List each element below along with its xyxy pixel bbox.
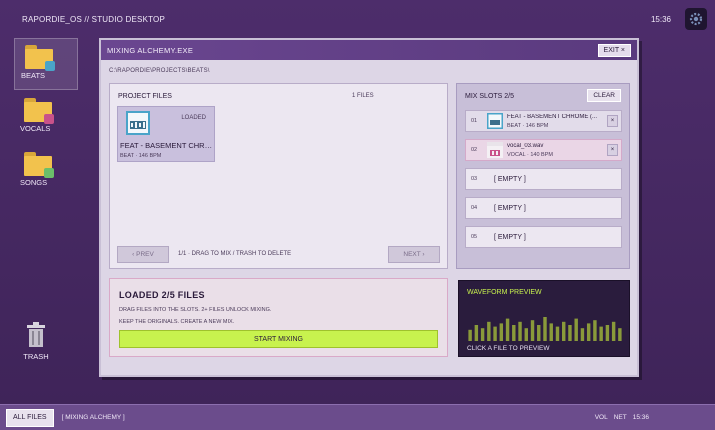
mix-slots-panel: MIX SLOTS 2/5 CLEAR 01 FEAT - BASEMENT C… <box>456 83 630 269</box>
waveform-preview-panel: WAVEFORM PREVIEW CLICK A FILE TO PREVIEW <box>458 280 630 357</box>
pagination-hint: 1/1 · DRAG TO MIX / TRASH TO DELETE <box>178 251 292 257</box>
settings-button[interactable] <box>685 8 707 30</box>
tray-clock: 15:36 <box>632 414 649 421</box>
exit-button[interactable]: EXIT × <box>597 43 631 57</box>
slot-number: 05 <box>471 234 478 240</box>
status-title: LOADED 2/5 FILES <box>119 290 205 300</box>
system-tray: VOL NET 15:36 <box>595 414 649 421</box>
waveform-graphic <box>468 317 622 341</box>
project-files-panel: PROJECT FILES 1 FILES LOADED FEAT - BASE… <box>109 83 448 269</box>
waveform-bar <box>512 325 516 341</box>
waveform-bar <box>574 318 578 341</box>
gear-icon <box>689 12 703 26</box>
slot-number: 04 <box>471 205 478 211</box>
waveform-bar <box>474 325 479 341</box>
mix-slots-header: MIX SLOTS 2/5 <box>465 93 515 100</box>
remove-slot-button[interactable]: × <box>607 144 618 156</box>
waveform-bar <box>518 321 522 341</box>
clear-button[interactable]: CLEAR <box>587 89 621 102</box>
all-files-button[interactable]: ALL FILES <box>6 408 54 427</box>
slot-empty-label: [ EMPTY ] <box>494 234 526 241</box>
mix-slot-02[interactable]: 02 vocal_03.wav VOCAL · 140 BPM × <box>465 139 622 161</box>
waveform-bar <box>580 328 585 341</box>
waveform-bar <box>480 328 485 341</box>
waveform-bar <box>586 323 591 341</box>
top-bar: RAPORDIE_OS // STUDIO DESKTOP 15:36 <box>0 0 715 38</box>
remove-slot-button[interactable]: × <box>607 115 618 127</box>
file-name: FEAT - BASEMENT CHROME (... <box>120 141 214 150</box>
window-title: MIXING ALCHEMY.EXE <box>107 45 194 55</box>
desktop-icon-vocals[interactable]: VOCALS <box>14 92 78 144</box>
waveform-hint: CLICK A FILE TO PREVIEW <box>467 345 550 352</box>
tray-volume[interactable]: VOL <box>595 414 608 421</box>
waveform-bar <box>599 326 603 341</box>
file-path: C:\RAPORDIE\PROJECTS\BEATS\ <box>109 68 210 74</box>
trash-label: TRASH <box>23 352 49 361</box>
mix-status-panel: LOADED 2/5 FILES DRAG FILES INTO THE SLO… <box>109 278 448 357</box>
waveform-bar <box>593 320 597 341</box>
project-files-header: PROJECT FILES <box>118 93 172 100</box>
waveform-bar <box>530 320 535 341</box>
waveform-bar <box>568 325 572 341</box>
taskbar: ALL FILES [ MIXING ALCHEMY ] VOL NET 15:… <box>0 404 715 430</box>
window-title-bar[interactable]: MIXING ALCHEMY.EXE EXIT × <box>101 40 637 60</box>
slot-file-meta: BEAT · 146 BPM <box>507 123 549 129</box>
beat-file-icon <box>126 111 150 135</box>
waveform-bar <box>555 326 560 341</box>
os-title: RAPORDIE_OS // STUDIO DESKTOP <box>22 14 166 24</box>
status-subtext: KEEP THE ORIGINALS. CREATE A NEW MIX. <box>119 319 235 325</box>
waveform-bar <box>605 325 610 341</box>
waveform-bar <box>493 326 497 341</box>
prev-button[interactable]: ‹ PREV <box>117 246 169 263</box>
start-mixing-button[interactable]: START MIXING <box>119 330 438 348</box>
desktop-icon-songs[interactable]: SONGS <box>14 146 78 198</box>
desktop-icon-label: VOCALS <box>20 124 51 133</box>
desktop-icon-label: BEATS <box>21 71 46 80</box>
taskbar-item-mixing-alchemy[interactable]: [ MIXING ALCHEMY ] <box>62 414 125 421</box>
beat-file-icon <box>487 113 503 129</box>
slot-empty-label: [ EMPTY ] <box>494 205 526 212</box>
waveform-title: WAVEFORM PREVIEW <box>467 289 542 296</box>
desktop-icon-beats[interactable]: BEATS <box>14 38 78 90</box>
waveform-bar <box>487 321 491 341</box>
next-button[interactable]: NEXT › <box>388 246 440 263</box>
waveform-bar <box>524 328 528 341</box>
slot-number: 03 <box>471 176 478 182</box>
slot-file-name: vocal_03.wav <box>507 143 544 149</box>
trash-icon <box>27 322 45 347</box>
waveform-bar <box>468 329 472 341</box>
desktop-icon-label: SONGS <box>20 178 48 187</box>
file-meta: BEAT · 146 BPM <box>120 153 162 159</box>
slot-empty-label: [ EMPTY ] <box>494 176 526 183</box>
waveform-bar <box>505 318 510 341</box>
slot-file-name: FEAT - BASEMENT CHROME (... <box>507 114 598 120</box>
tray-network[interactable]: NET <box>614 414 627 421</box>
folder-icon <box>24 150 54 178</box>
top-clock: 15:36 <box>650 14 671 24</box>
slot-number: 01 <box>471 118 478 124</box>
waveform-bar <box>618 328 622 341</box>
desktop: RAPORDIE_OS // STUDIO DESKTOP 15:36 BEAT… <box>0 0 715 404</box>
waveform-bar <box>562 321 566 341</box>
slot-file-meta: VOCAL · 140 BPM <box>507 152 553 158</box>
slot-number: 02 <box>471 147 478 153</box>
status-instruction: DRAG FILES INTO THE SLOTS. 2+ FILES UNLO… <box>119 307 272 313</box>
waveform-bar <box>537 325 541 341</box>
mix-slot-05[interactable]: 05 [ EMPTY ] <box>465 226 622 248</box>
waveform-bar <box>499 323 504 341</box>
file-count: 1 FILES <box>352 93 374 99</box>
mix-slot-04[interactable]: 04 [ EMPTY ] <box>465 197 622 219</box>
folder-icon <box>25 43 55 71</box>
vocal-file-icon <box>487 142 503 158</box>
waveform-bar <box>549 323 553 341</box>
waveform-bar <box>611 321 616 341</box>
folder-icon <box>24 96 54 124</box>
mixing-alchemy-window: MIXING ALCHEMY.EXE EXIT × C:\RAPORDIE\PR… <box>99 38 639 377</box>
mix-slot-03[interactable]: 03 [ EMPTY ] <box>465 168 622 190</box>
file-status: LOADED <box>181 115 206 121</box>
file-card[interactable]: LOADED FEAT - BASEMENT CHROME (... BEAT … <box>117 106 215 162</box>
waveform-bar <box>543 317 547 341</box>
mix-slot-01[interactable]: 01 FEAT - BASEMENT CHROME (... BEAT · 14… <box>465 110 622 132</box>
desktop-icon-trash[interactable]: TRASH <box>16 322 56 361</box>
